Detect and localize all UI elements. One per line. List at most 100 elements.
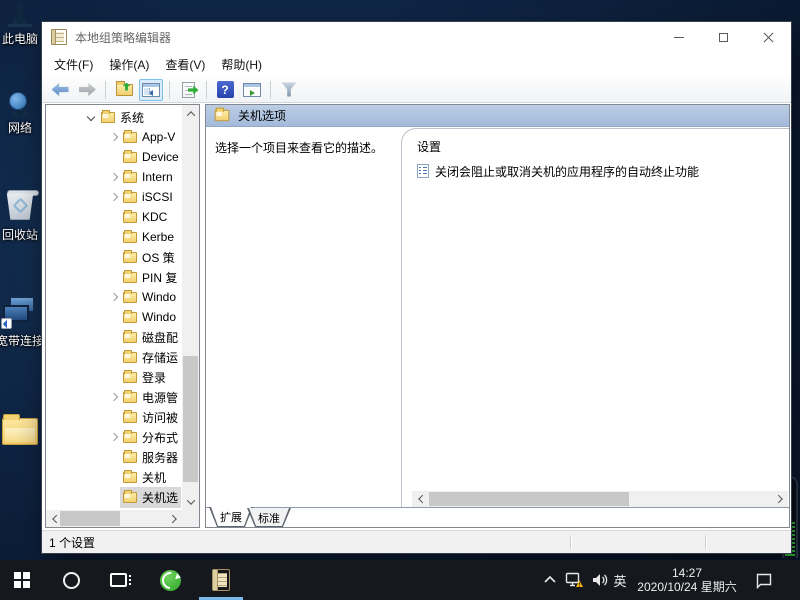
menu-item[interactable]: 文件(F) [46,53,101,76]
tree-horizontal-scrollbar[interactable] [46,510,182,527]
browser-button[interactable] [148,560,192,600]
policy-setting-item[interactable]: 关闭会阻止或取消关机的应用程序的自动终止功能 [417,161,787,181]
policy-setting-label: 关闭会阻止或取消关机的应用程序的自动终止功能 [435,163,699,180]
desktop-icon-broadband[interactable]: 宽带连接 [0,296,42,349]
windows-logo-icon [14,572,30,588]
settings-horizontal-scrollbar[interactable] [412,491,788,507]
toolbar-separator [270,81,271,99]
new-window-button[interactable] [240,79,264,101]
chevron-up-icon [543,573,557,587]
tab-标准[interactable]: 标准 [247,508,291,527]
chevron-right-icon [774,495,782,503]
filter-button[interactable] [277,79,301,101]
tree-item-label: 关机 [142,469,166,486]
window-content: 系统 App-V DeviceInterniSCSI KDC Kerbe OS 策PIN … [42,103,791,530]
twisty-placeholder [108,411,120,423]
scroll-left-button[interactable] [412,491,429,507]
tree-item-Windo[interactable]: Windo [46,287,182,307]
tree-item-Device[interactable]: Device [46,147,182,167]
twisty-collapsed-icon[interactable] [108,291,120,303]
scroll-right-button[interactable] [771,491,788,507]
desktop-icon-recycle-bin[interactable]: 回收站 [0,190,42,243]
back-button[interactable] [48,79,72,101]
forward-button[interactable] [75,79,99,101]
twisty-collapsed-icon[interactable] [108,191,120,203]
tree-item-label: Kerbe [142,230,174,244]
minimize-button[interactable] [656,22,701,52]
tree-item-服务器[interactable]: 服务器 [46,447,182,467]
tree-item-Intern[interactable]: Intern [46,167,182,187]
action-center-button[interactable] [746,560,782,600]
desktop-icon-network[interactable]: 网络 [0,98,42,136]
tree-item-关机[interactable]: 关机 [46,467,182,487]
folder-icon [123,412,137,423]
tree-item-Windo[interactable]: Windo [46,307,182,327]
task-view-icon [110,573,127,587]
tree-item-存储运[interactable]: 存储运 [46,347,182,367]
twisty-placeholder [108,151,120,163]
scrollbar-thumb[interactable] [60,511,120,526]
twisty-collapsed-icon[interactable] [108,391,120,403]
tree-item-访问被[interactable]: 访问被 [46,407,182,427]
tree-item-KDC[interactable]: KDC [46,207,182,227]
folder-icon [123,452,137,463]
toolbar-separator [169,81,170,99]
twisty-collapsed-icon[interactable] [108,431,120,443]
twisty-expanded-icon[interactable] [86,111,98,123]
tree-item-系统[interactable]: 系统 [46,107,182,127]
search-button[interactable] [49,560,93,600]
tree-item-label: App-V [142,130,175,144]
gpedit-taskbar-button[interactable] [199,560,243,600]
folder-icon [123,352,137,363]
scroll-down-button[interactable] [182,493,199,510]
tree-item-关机选[interactable]: 关机选 [46,487,182,507]
tree-item-登录[interactable]: 登录 [46,367,182,387]
volume-icon [591,572,609,588]
close-button[interactable] [746,22,791,52]
up-one-level-folder-button[interactable] [112,79,136,101]
new-window-icon [243,83,261,97]
show-console-tree-button[interactable] [139,79,163,101]
menu-item[interactable]: 操作(A) [101,53,157,76]
tree-item-App-V[interactable]: App-V [46,127,182,147]
tree-item-分布式[interactable]: 分布式 [46,427,182,447]
scroll-right-button[interactable] [165,510,182,527]
twisty-collapsed-icon[interactable] [108,171,120,183]
folder-icon [123,132,137,143]
desktop-icon-label: 此电脑 [0,30,42,47]
language-indicator[interactable]: 英 [608,560,632,600]
tree-vertical-scrollbar[interactable] [182,105,199,510]
tree-item-label: KDC [142,210,167,224]
menu-item[interactable]: 查看(V) [157,53,213,76]
twisty-placeholder [108,211,120,223]
menu-item[interactable]: 帮助(H) [213,53,270,76]
export-list-button[interactable] [176,79,200,101]
desktop-icon-this-pc[interactable]: 此电脑 [0,6,42,47]
start-button[interactable] [0,560,44,600]
up-one-level-folder-icon [116,84,133,96]
help-button[interactable] [213,79,237,101]
title-bar[interactable]: 本地组策略编辑器 [42,22,791,52]
tree-item-iSCSI[interactable]: iSCSI [46,187,182,207]
tree-item-OS 策[interactable]: OS 策 [46,247,182,267]
scrollbar-thumb[interactable] [183,356,198,482]
twisty-collapsed-icon[interactable] [108,131,120,143]
hidden-icons-button[interactable] [538,560,562,600]
tree-item-磁盘配[interactable]: 磁盘配 [46,327,182,347]
clock[interactable]: 14:27 2020/10/24 星期六 [632,560,742,600]
tree-item-PIN 复[interactable]: PIN 复 [46,267,182,287]
details-pane: 关机选项 选择一个项目来查看它的描述。 设置 关闭会阻止或取消关机的应用程序的自… [205,104,790,528]
date-label: 2020/10/24 星期六 [637,580,736,594]
task-view-button[interactable] [96,560,140,600]
settings-column-header[interactable]: 设置 [417,138,441,155]
scrollbar-thumb[interactable] [429,492,629,506]
network-status-button[interactable] [562,560,588,600]
maximize-button[interactable] [701,22,746,52]
folder-icon [101,112,115,123]
desktop-icon-folder[interactable] [0,418,42,451]
details-header-bar: 关机选项 [206,105,789,127]
twisty-placeholder [108,271,120,283]
tree-item-电源管[interactable]: 电源管 [46,387,182,407]
scroll-up-button[interactable] [182,105,199,122]
tree-item-Kerbe[interactable]: Kerbe [46,227,182,247]
